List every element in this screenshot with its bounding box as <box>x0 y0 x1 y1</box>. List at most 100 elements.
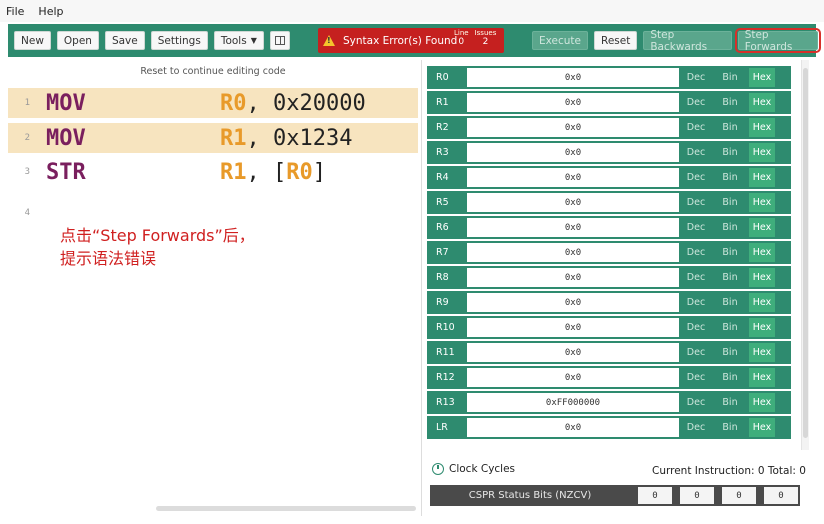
register-scrollbar[interactable] <box>801 60 809 450</box>
register-name: R12 <box>436 372 455 383</box>
issues-label: Issues <box>474 29 497 37</box>
current-instruction: Current Instruction: 0 Total: 0 <box>652 465 806 477</box>
code-line-2[interactable]: 2 MOV R1, 0x1234 <box>8 123 418 153</box>
hex-button[interactable]: Hex <box>749 193 775 212</box>
dec-button[interactable]: Dec <box>679 97 713 108</box>
bin-button[interactable]: Bin <box>713 72 747 83</box>
line-number: 2 <box>24 133 30 143</box>
hex-button[interactable]: Hex <box>749 168 775 187</box>
format-toggle: Dec Bin Hex <box>679 316 775 339</box>
pane-divider[interactable] <box>421 60 422 516</box>
bin-button[interactable]: Bin <box>713 422 747 433</box>
dec-button[interactable]: Dec <box>679 147 713 158</box>
operand-rest: , 0x20000 <box>246 90 366 116</box>
open-button[interactable]: Open <box>56 31 99 50</box>
bin-button[interactable]: Bin <box>713 222 747 233</box>
register-value: 0x0 <box>467 268 679 287</box>
dec-button[interactable]: Dec <box>679 122 713 133</box>
layout-toggle-button[interactable] <box>269 31 290 50</box>
menu-help[interactable]: Help <box>38 5 63 18</box>
dec-button[interactable]: Dec <box>679 172 713 183</box>
step-forwards-button[interactable]: Step Forwards <box>734 28 822 53</box>
bin-button[interactable]: Bin <box>713 247 747 258</box>
syntax-error-badge[interactable]: Syntax Error(s) Found Line 0 Issues 2 <box>318 28 504 53</box>
register-row-r4: R4 0x0 Dec Bin Hex <box>427 166 791 189</box>
bin-button[interactable]: Bin <box>713 347 747 358</box>
format-toggle: Dec Bin Hex <box>679 366 775 389</box>
operand-rest: , [ <box>246 159 287 185</box>
bin-button[interactable]: Bin <box>713 122 747 133</box>
hex-button[interactable]: Hex <box>749 418 775 437</box>
register-row-r1: R1 0x0 Dec Bin Hex <box>427 91 791 114</box>
register-name: R4 <box>436 172 449 183</box>
bin-button[interactable]: Bin <box>713 372 747 383</box>
new-button[interactable]: New <box>14 31 51 50</box>
register-row-r3: R3 0x0 Dec Bin Hex <box>427 141 791 164</box>
settings-button[interactable]: Settings <box>150 31 208 50</box>
operands: R0, 0x20000 <box>220 91 366 116</box>
scrollbar-thumb[interactable] <box>803 68 808 438</box>
code-line-3[interactable]: 3 STR R1, [R0] <box>8 157 418 187</box>
dec-button[interactable]: Dec <box>679 272 713 283</box>
dec-button[interactable]: Dec <box>679 322 713 333</box>
register-name: R9 <box>436 297 449 308</box>
bin-button[interactable]: Bin <box>713 397 747 408</box>
hex-button[interactable]: Hex <box>749 118 775 137</box>
format-toggle: Dec Bin Hex <box>679 166 775 189</box>
dec-button[interactable]: Dec <box>679 347 713 358</box>
bin-button[interactable]: Bin <box>713 172 747 183</box>
hex-button[interactable]: Hex <box>749 318 775 337</box>
cpsr-bit-n: 0 <box>638 487 672 504</box>
format-toggle: Dec Bin Hex <box>679 191 775 214</box>
tools-dropdown[interactable]: Tools ▼ <box>213 31 264 50</box>
hex-button[interactable]: Hex <box>749 68 775 87</box>
dec-button[interactable]: Dec <box>679 422 713 433</box>
dec-button[interactable]: Dec <box>679 72 713 83</box>
menu-file[interactable]: File <box>6 5 24 18</box>
hex-button[interactable]: Hex <box>749 268 775 287</box>
execute-button[interactable]: Execute <box>532 31 588 50</box>
editor-horizontal-scrollbar[interactable] <box>156 506 416 511</box>
save-button[interactable]: Save <box>104 31 145 50</box>
dec-button[interactable]: Dec <box>679 297 713 308</box>
bin-button[interactable]: Bin <box>713 297 747 308</box>
bin-button[interactable]: Bin <box>713 147 747 158</box>
hex-button[interactable]: Hex <box>749 93 775 112</box>
bin-button[interactable]: Bin <box>713 322 747 333</box>
execution-controls: Execute Reset Step Backwards Step Forwar… <box>532 28 824 53</box>
line-label: Line <box>454 29 469 37</box>
step-backwards-button[interactable]: Step Backwards <box>643 29 732 53</box>
dec-button[interactable]: Dec <box>679 222 713 233</box>
hex-button[interactable]: Hex <box>749 368 775 387</box>
hex-button[interactable]: Hex <box>749 393 775 412</box>
register-value: 0x0 <box>467 293 679 312</box>
register-name: R0 <box>436 72 449 83</box>
code-line-1[interactable]: 1 MOV R0, 0x20000 <box>8 88 418 118</box>
operand-rest: , 0x1234 <box>246 125 353 151</box>
register-panel: R0 0x0 Dec Bin Hex R1 0x0 Dec Bin Hex R2 0x0 Dec Bin H… <box>427 66 799 450</box>
hex-button[interactable]: Hex <box>749 143 775 162</box>
register-value: 0x0 <box>467 143 679 162</box>
register-value: 0xFF000000 <box>467 393 679 412</box>
reset-button[interactable]: Reset <box>594 31 638 50</box>
annotation-line-2: 提示语法错误 <box>60 249 157 268</box>
line-number: 4 <box>24 208 30 218</box>
dec-button[interactable]: Dec <box>679 197 713 208</box>
hex-button[interactable]: Hex <box>749 218 775 237</box>
hex-button[interactable]: Hex <box>749 343 775 362</box>
register-value: 0x0 <box>467 418 679 437</box>
dec-button[interactable]: Dec <box>679 397 713 408</box>
register-row-r2: R2 0x0 Dec Bin Hex <box>427 116 791 139</box>
hex-button[interactable]: Hex <box>749 293 775 312</box>
format-toggle: Dec Bin Hex <box>679 266 775 289</box>
bin-button[interactable]: Bin <box>713 272 747 283</box>
register-value: 0x0 <box>467 168 679 187</box>
hex-button[interactable]: Hex <box>749 243 775 262</box>
dec-button[interactable]: Dec <box>679 372 713 383</box>
format-toggle: Dec Bin Hex <box>679 341 775 364</box>
bin-button[interactable]: Bin <box>713 97 747 108</box>
bin-button[interactable]: Bin <box>713 197 747 208</box>
format-toggle: Dec Bin Hex <box>679 91 775 114</box>
code-editor[interactable]: Reset to continue editing code 1 MOV R0,… <box>8 60 418 516</box>
dec-button[interactable]: Dec <box>679 247 713 258</box>
